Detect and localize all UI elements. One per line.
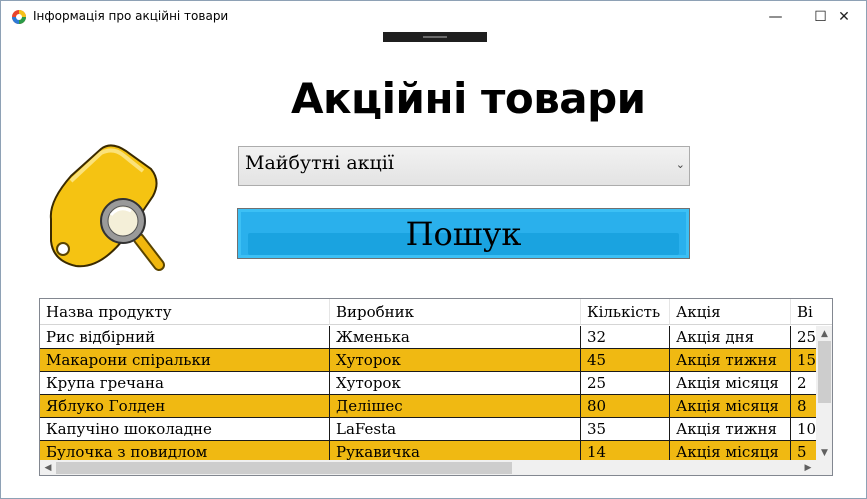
table-cell[interactable]: Хуторок [330, 372, 581, 395]
table-cell[interactable]: Крупа гречана [40, 372, 330, 395]
table-cell[interactable]: Хуторок [330, 349, 581, 372]
close-button[interactable]: ✕ [821, 1, 867, 32]
horizontal-scroll-thumb[interactable] [56, 462, 512, 474]
promotion-filter-value: Майбутні акції [245, 152, 394, 174]
column-header-quantity[interactable]: Кількість [581, 299, 670, 325]
table-cell[interactable]: 80 [581, 395, 670, 418]
table-cell[interactable]: Яблуко Голден [40, 395, 330, 418]
table-cell[interactable]: Акція тижня [670, 418, 791, 441]
table-cell[interactable]: 32 [581, 326, 670, 349]
vertical-scrollbar[interactable]: ▲ ▼ [816, 326, 832, 460]
title-bar[interactable]: Інформація про акційні товари — ☐ ✕ [1, 1, 866, 32]
table-cell[interactable]: 35 [581, 418, 670, 441]
page-title: Акційні товари [291, 74, 646, 123]
drag-handle[interactable] [383, 32, 487, 42]
app-icon [12, 10, 26, 24]
table-cell[interactable]: 25 [581, 372, 670, 395]
search-button-label: Пошук [405, 214, 522, 253]
horizontal-scrollbar[interactable]: ◀ ▶ [40, 460, 816, 475]
window-title: Інформація про акційні товари [33, 9, 229, 23]
vertical-scroll-thumb[interactable] [818, 341, 831, 403]
table-header: Назва продукту Виробник Кількість Акція … [40, 299, 832, 325]
column-header-discount[interactable]: Ві [791, 299, 832, 325]
table-cell[interactable]: Макарони спіральки [40, 349, 330, 372]
price-tag-magnifier-icon [49, 144, 165, 271]
table-cell[interactable]: Капучіно шоколадне [40, 418, 330, 441]
scroll-down-icon[interactable]: ▼ [816, 445, 832, 460]
table-cell[interactable]: Делішес [330, 395, 581, 418]
table-cell[interactable]: Жменька [330, 326, 581, 349]
scroll-left-icon[interactable]: ◀ [40, 460, 56, 475]
table-cell[interactable]: Акція тижня [670, 349, 791, 372]
table-row[interactable]: Крупа гречана Хуторок 25 Акція місяця 2 [40, 372, 832, 395]
app-window: Інформація про акційні товари — ☐ ✕ Акці… [0, 0, 867, 499]
table-row[interactable]: Макарони спіральки Хуторок 45 Акція тижн… [40, 349, 832, 372]
promotion-filter-dropdown[interactable]: Майбутні акції ⌄ [238, 146, 690, 186]
table-cell[interactable]: Рис відбірний [40, 326, 330, 349]
table-body: Рис відбірний Жменька 32 Акція дня 25 Ма… [40, 326, 832, 464]
chevron-down-icon[interactable]: ⌄ [676, 158, 685, 171]
scroll-right-icon[interactable]: ▶ [800, 460, 816, 475]
table-cell[interactable]: LaFesta [330, 418, 581, 441]
column-header-name[interactable]: Назва продукту [40, 299, 330, 325]
search-button[interactable]: Пошук [237, 208, 690, 259]
table-cell[interactable]: Акція дня [670, 326, 791, 349]
table-cell[interactable]: 45 [581, 349, 670, 372]
scrollbar-corner [816, 460, 832, 475]
column-header-promotion[interactable]: Акція [670, 299, 791, 325]
table-cell[interactable]: Акція місяця [670, 395, 791, 418]
scroll-up-icon[interactable]: ▲ [816, 326, 832, 341]
table-row[interactable]: Яблуко Голден Делішес 80 Акція місяця 8 [40, 395, 832, 418]
table-row[interactable]: Рис відбірний Жменька 32 Акція дня 25 [40, 326, 832, 349]
column-header-manufacturer[interactable]: Виробник [330, 299, 581, 325]
table-row[interactable]: Капучіно шоколадне LaFesta 35 Акція тижн… [40, 418, 832, 441]
minimize-button[interactable]: — [753, 1, 798, 32]
table-cell[interactable]: Акція місяця [670, 372, 791, 395]
products-table[interactable]: Назва продукту Виробник Кількість Акція … [39, 298, 833, 476]
